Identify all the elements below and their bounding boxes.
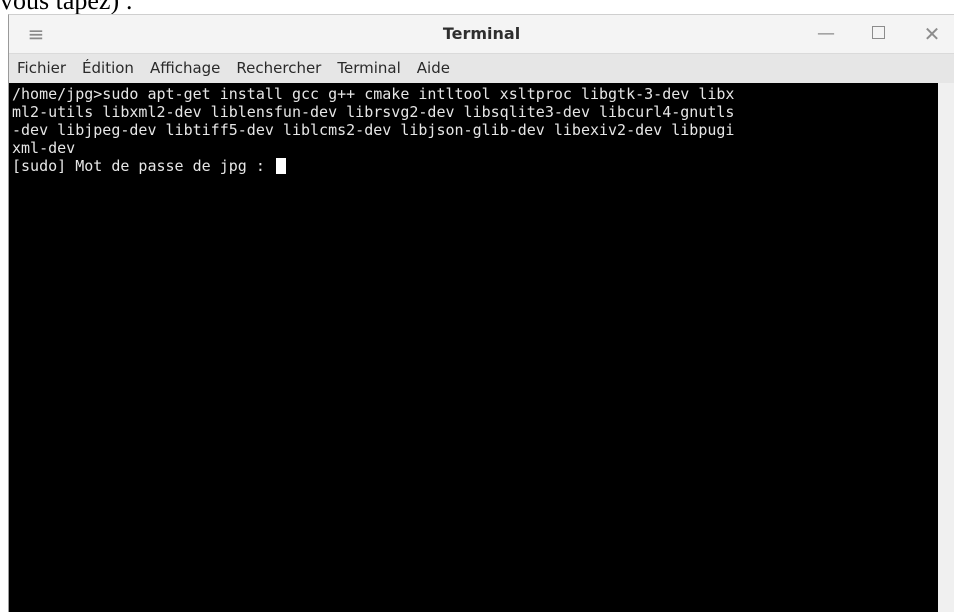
menu-rechercher[interactable]: Rechercher <box>228 54 329 83</box>
terminal-output[interactable]: /home/jpg>sudo apt-get install gcc g++ c… <box>9 83 938 612</box>
terminal-line: xml-dev <box>12 139 76 157</box>
maximize-icon <box>871 26 885 39</box>
title-bar[interactable]: ≡ Terminal — ✕ <box>9 15 954 53</box>
menu-terminal[interactable]: Terminal <box>329 54 408 83</box>
close-button[interactable]: ✕ <box>915 19 949 49</box>
minimize-icon: — <box>817 23 835 44</box>
maximize-button[interactable] <box>861 19 895 49</box>
menu-affichage[interactable]: Affichage <box>142 54 228 83</box>
scrollbar-area[interactable] <box>938 83 954 612</box>
terminal-line: /home/jpg>sudo apt-get install gcc g++ c… <box>12 85 735 103</box>
password-prompt-line: [sudo] Mot de passe de jpg : <box>12 157 938 175</box>
page: vous tapez) : ≡ Terminal — ✕ Fichier Édi… <box>0 0 954 612</box>
document-text-above: vous tapez) : <box>0 0 133 15</box>
minimize-button[interactable]: — <box>809 19 843 49</box>
terminal-window: ≡ Terminal — ✕ Fichier Édition Affichage… <box>8 14 954 612</box>
password-prompt: [sudo] Mot de passe de jpg : <box>12 157 274 175</box>
menu-edition[interactable]: Édition <box>74 54 142 83</box>
terminal-line: -dev libjpeg-dev libtiff5-dev liblcms2-d… <box>12 121 735 139</box>
menu-bar: Fichier Édition Affichage Rechercher Ter… <box>9 53 954 83</box>
close-icon: ✕ <box>923 22 941 46</box>
terminal-line: ml2-utils libxml2-dev liblensfun-dev lib… <box>12 103 735 121</box>
text-cursor[interactable] <box>275 158 286 174</box>
menu-aide[interactable]: Aide <box>409 54 458 83</box>
menu-fichier[interactable]: Fichier <box>9 54 74 83</box>
